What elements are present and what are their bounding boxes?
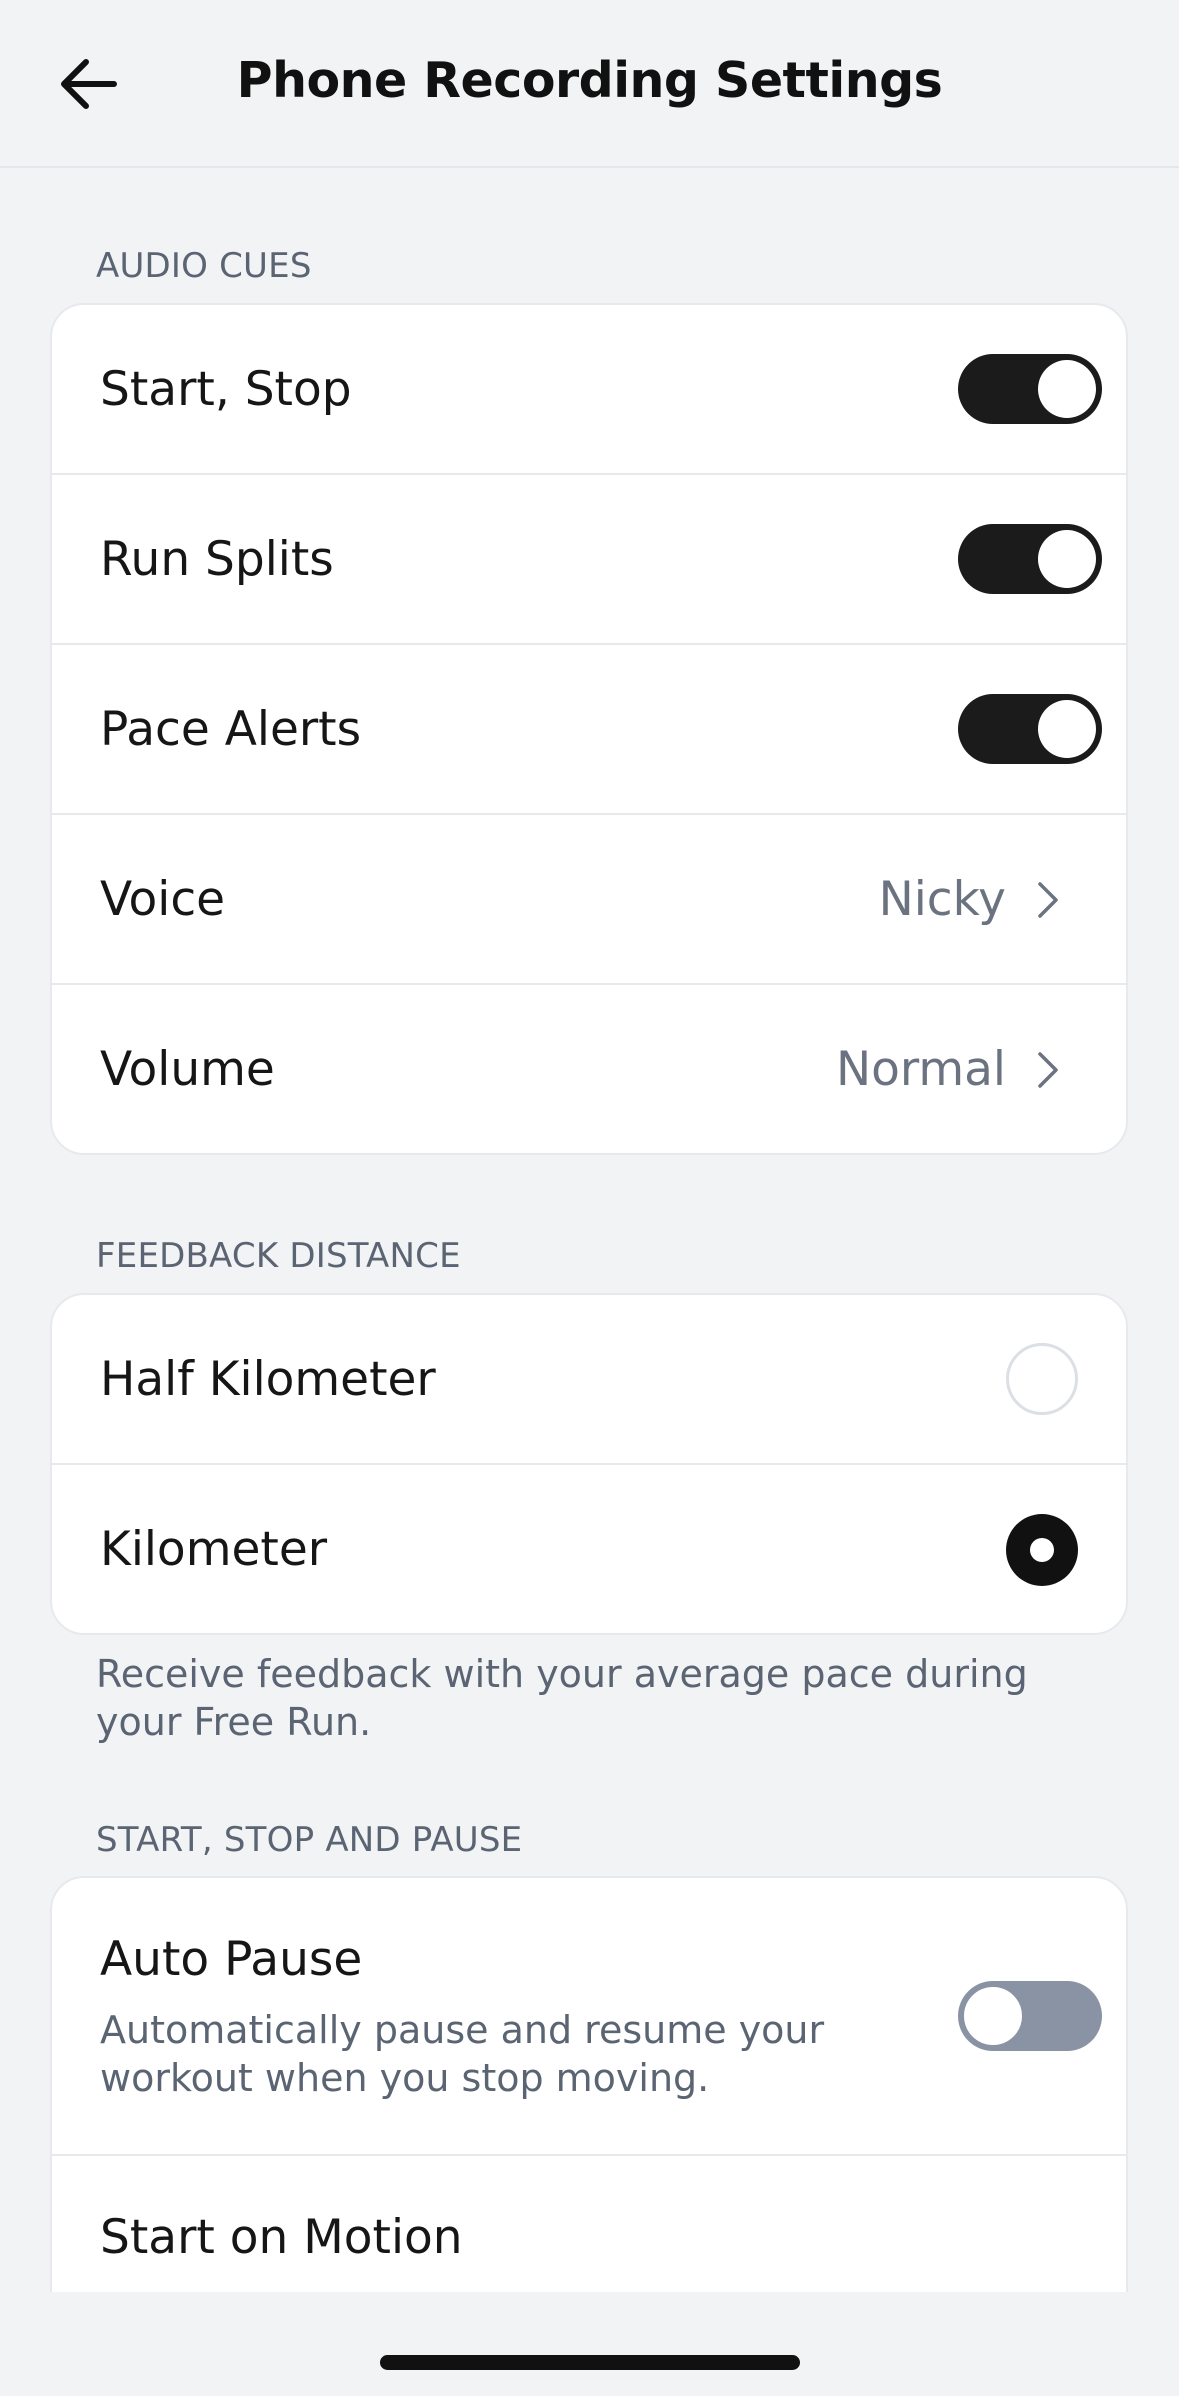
radio-button-unselected[interactable] — [1006, 1343, 1078, 1415]
bottom-safe-area — [0, 2292, 1179, 2396]
home-indicator[interactable] — [380, 2355, 800, 2370]
row-label: Volume — [100, 1042, 275, 1097]
feedback-distance-card: Half Kilometer Kilometer — [50, 1293, 1128, 1635]
toggle-knob — [1038, 360, 1096, 418]
row-label: Voice — [100, 872, 226, 927]
volume-value: Normal — [835, 1042, 1006, 1097]
run-splits-toggle[interactable] — [958, 524, 1102, 594]
row-description: Automatically pause and resume your work… — [100, 2008, 825, 2100]
row-label: Pace Alerts — [100, 702, 362, 757]
radio-dot — [1030, 1538, 1054, 1562]
section-label-start-stop-pause: START, STOP AND PAUSE — [96, 1820, 523, 1860]
audio-cues-card: Start, Stop Run Splits Pace Alerts Voice… — [50, 303, 1128, 1155]
row-title: Auto Pause — [100, 1932, 363, 1987]
page-title: Phone Recording Settings — [236, 52, 943, 109]
option-kilometer[interactable]: Kilometer — [52, 1465, 1126, 1633]
chevron-right-icon — [1038, 1052, 1058, 1088]
section-label-feedback-distance: FEEDBACK DISTANCE — [96, 1236, 461, 1276]
row-start-stop[interactable]: Start, Stop — [52, 305, 1126, 475]
toggle-knob — [962, 1985, 1024, 2047]
row-start-on-motion[interactable]: Start on Motion — [52, 2156, 1126, 2292]
option-label: Half Kilometer — [100, 1352, 436, 1407]
start-stop-toggle[interactable] — [958, 354, 1102, 424]
row-pace-alerts[interactable]: Pace Alerts — [52, 645, 1126, 815]
option-half-kilometer[interactable]: Half Kilometer — [52, 1295, 1126, 1465]
row-auto-pause[interactable]: Auto Pause Automatically pause and resum… — [52, 1878, 1126, 2156]
toggle-knob — [1038, 700, 1096, 758]
row-voice[interactable]: Voice Nicky — [52, 815, 1126, 985]
chevron-right-icon — [1038, 882, 1058, 918]
radio-button-selected[interactable] — [1006, 1514, 1078, 1586]
feedback-helper-text: Receive feedback with your average pace … — [96, 1652, 1028, 1744]
settings-scroll-area[interactable]: AUDIO CUES Start, Stop Run Splits Pace A… — [0, 168, 1179, 2292]
section-label-audio-cues: AUDIO CUES — [96, 246, 312, 286]
start-stop-pause-card: Auto Pause Automatically pause and resum… — [50, 1876, 1128, 2292]
row-run-splits[interactable]: Run Splits — [52, 475, 1126, 645]
auto-pause-toggle[interactable] — [958, 1981, 1102, 2051]
row-volume[interactable]: Volume Normal — [52, 985, 1126, 1153]
voice-value: Nicky — [878, 872, 1006, 927]
row-label: Run Splits — [100, 532, 334, 587]
header-bar: Phone Recording Settings — [0, 0, 1179, 168]
row-label: Start, Stop — [100, 362, 352, 417]
row-title: Start on Motion — [100, 2210, 463, 2265]
pace-alerts-toggle[interactable] — [958, 694, 1102, 764]
option-label: Kilometer — [100, 1522, 328, 1577]
toggle-knob — [1038, 530, 1096, 588]
